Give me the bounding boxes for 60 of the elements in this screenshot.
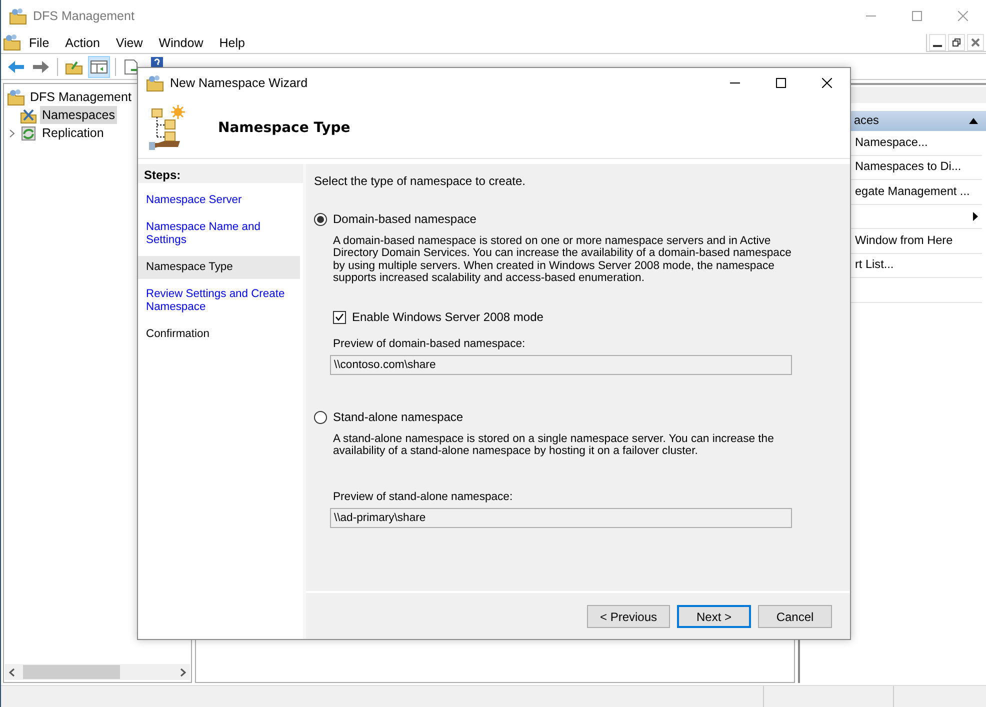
menu-item[interactable]: View (108, 34, 151, 52)
checkmark-icon (335, 313, 344, 322)
dfs-icon (7, 88, 25, 106)
horizontal-scrollbar[interactable] (5, 664, 190, 680)
steps-heading: Steps: (138, 164, 303, 183)
step-link[interactable]: Review Settings and Create Namespace (138, 283, 300, 319)
menu-item[interactable]: Window (150, 34, 212, 52)
checkbox-label[interactable]: Enable Windows Server 2008 mode (352, 308, 544, 326)
option-label[interactable]: Domain-based namespace (333, 210, 476, 228)
tree-toggle-button[interactable] (88, 56, 110, 78)
collapse-icon (969, 118, 978, 124)
maximize-icon (912, 11, 922, 21)
scroll-right-icon[interactable] (180, 668, 186, 676)
option-label[interactable]: Stand-alone namespace (333, 408, 464, 426)
radio-button[interactable] (314, 212, 327, 226)
step-link[interactable]: Namespace Server (138, 189, 300, 212)
restore-button[interactable] (948, 34, 965, 50)
close-icon (958, 11, 968, 21)
prompt-text: Select the type of namespace to create. (314, 173, 526, 190)
folder-icon (65, 58, 83, 74)
app-icon (9, 8, 27, 24)
preview-field[interactable]: \\contoso.com\share (330, 355, 792, 376)
chevron-icon[interactable] (9, 128, 15, 138)
preview-label: Preview of stand-alone namespace: (333, 490, 514, 505)
back-arrow-icon (7, 58, 25, 74)
minimize-icon (933, 44, 942, 46)
step-link[interactable]: Namespace Name and Settings (138, 216, 300, 252)
app-icon (146, 74, 164, 92)
menu-item[interactable]: Action (57, 34, 108, 52)
option-description: A domain-based namespace is stored on one or more namespace servers and in Active Directory Domain Services. You can increase the availability of a domain-based namespace by using multiple servers. When created in Windows Server 2008 mode, the namespace supports increased scalability and access-based enumeration. (333, 235, 792, 284)
dialog-button[interactable]: Cancel (758, 605, 832, 628)
restore-icon (952, 38, 961, 46)
forward-arrow-icon (32, 58, 50, 74)
replication-icon (20, 124, 37, 142)
option-description: A stand-alone namespace is stored on a single namespace server. You can increase the availability of a stand-alone namespace by hosting it on a failover cluster. (333, 433, 775, 458)
submenu-arrow-icon (973, 212, 978, 221)
namespaces-icon (20, 106, 37, 124)
preview-label: Preview of domain-based namespace: (333, 337, 526, 352)
close-icon (822, 78, 832, 88)
tree-item[interactable]: Replication (40, 124, 106, 142)
dialog-button[interactable]: Next > (677, 605, 751, 628)
minimize-button[interactable] (929, 34, 946, 50)
maximize-icon (776, 78, 786, 88)
radio-button[interactable] (314, 410, 327, 424)
preview-field[interactable]: \\ad-primary\share (330, 508, 792, 528)
step-item: Namespace Type (138, 256, 300, 279)
page-heading: Namespace Type (218, 120, 350, 136)
menu-item[interactable]: Help (211, 34, 253, 52)
dialog-title: New Namespace Wizard (170, 74, 308, 92)
menu-item[interactable]: File (21, 34, 58, 52)
scroll-left-icon[interactable] (9, 668, 15, 676)
close-icon (971, 38, 980, 46)
tree-item[interactable]: DFS Management (28, 88, 134, 106)
pane-icon (90, 58, 108, 74)
window-title: DFS Management (33, 8, 134, 25)
dialog-button[interactable]: < Previous (587, 605, 670, 628)
tree-item[interactable]: Namespaces (40, 106, 117, 124)
checkbox[interactable] (333, 310, 346, 324)
step-item: Confirmation (145, 327, 210, 342)
app-icon (3, 34, 21, 51)
